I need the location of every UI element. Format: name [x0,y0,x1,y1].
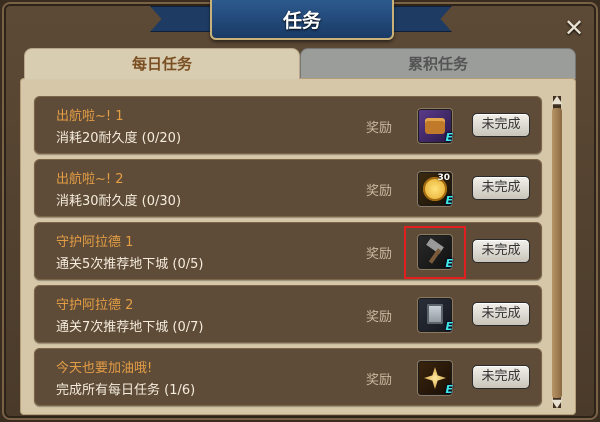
task-description: 通关7次推荐地下城 (0/7) [56,320,204,335]
stone-slab-icon[interactable]: E [418,298,453,333]
title-banner: 任务 [210,0,394,40]
task-row: 今天也要加油哦! 完成所有每日任务 (1/6) 奖励 E 未完成 [34,348,542,406]
incomplete-button[interactable]: 未完成 [472,176,530,200]
reward-label: 奖励 [366,373,393,388]
gold-treasure-icon[interactable]: E [418,361,453,396]
task-title: 守护阿拉德 1 [56,235,134,250]
gold-coin-icon[interactable]: 30 E [418,172,453,207]
reward-tag: E [445,383,453,396]
task-description: 通关5次推荐地下城 (0/5) [56,257,204,272]
incomplete-button[interactable]: 未完成 [472,365,530,389]
reward-tag: E [445,257,453,270]
incomplete-button[interactable]: 未完成 [472,113,530,137]
scrollbar-thumb[interactable] [552,108,562,398]
incomplete-button[interactable]: 未完成 [472,239,530,263]
treasure-chest-icon[interactable]: E [418,109,453,144]
tab-cumulative-tasks[interactable]: 累积任务 [300,48,576,79]
task-description: 完成所有每日任务 (1/6) [56,383,196,398]
reward-tag: E [445,320,453,333]
task-title: 出航啦~! 1 [56,109,124,124]
tab-daily-tasks[interactable]: 每日任务 [24,48,300,79]
reward-label: 奖励 [366,247,393,262]
reward-count-badge: 30 [437,173,450,183]
reward-tag: E [445,194,453,207]
reward-tag: E [445,131,453,144]
window-title: 任务 [282,10,321,32]
task-title: 守护阿拉德 2 [56,298,134,313]
hammer-icon[interactable]: E [418,235,453,270]
task-description: 消耗20耐久度 (0/20) [56,131,182,146]
task-title: 今天也要加油哦! [56,361,153,376]
task-row: 守护阿拉德 1 通关5次推荐地下城 (0/5) 奖励 E 未完成 [34,222,542,280]
task-title: 出航啦~! 2 [56,172,124,187]
task-description: 消耗30耐久度 (0/30) [56,194,182,209]
close-icon[interactable]: ✕ [562,16,586,40]
task-row: 出航啦~! 1 消耗20耐久度 (0/20) 奖励 E 未完成 [34,96,542,154]
reward-label: 奖励 [366,184,393,199]
reward-label: 奖励 [366,310,393,325]
incomplete-button[interactable]: 未完成 [472,302,530,326]
task-row: 守护阿拉德 2 通关7次推荐地下城 (0/7) 奖励 E 未完成 [34,285,542,343]
reward-label: 奖励 [366,121,393,136]
task-row: 出航啦~! 2 消耗30耐久度 (0/30) 奖励 30 E 未完成 [34,159,542,217]
